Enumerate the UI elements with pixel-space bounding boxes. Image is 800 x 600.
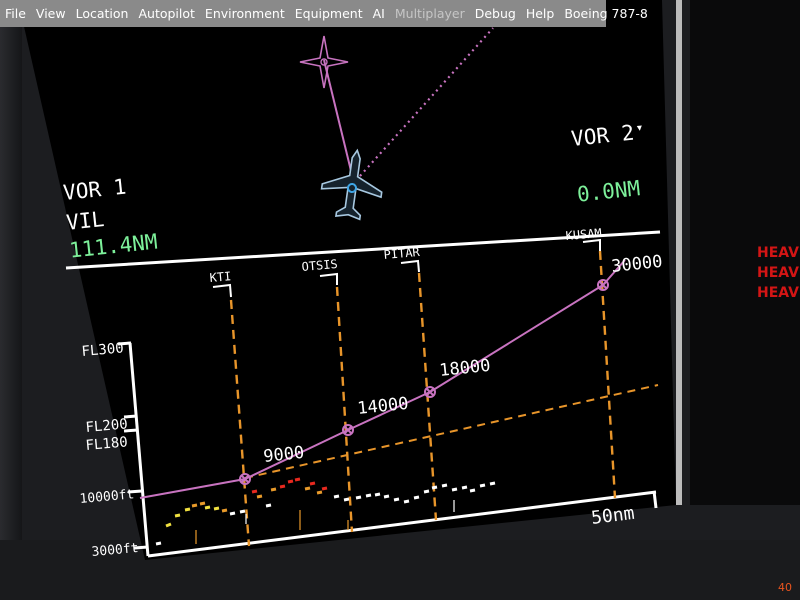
menu-aircraft[interactable]: Boeing 787-8 [559, 0, 653, 27]
vor2-pointer-icon: ▾ [635, 120, 644, 136]
menu-ai[interactable]: AI [368, 0, 390, 27]
menu-environment[interactable]: Environment [200, 0, 290, 27]
menu-bar: File View Location Autopilot Environment… [0, 0, 648, 27]
vsd-label-10000ft: 10000ft [79, 487, 135, 507]
menu-autopilot[interactable]: Autopilot [133, 0, 199, 27]
waypoint-label-kti: KTI [209, 269, 232, 285]
menu-help[interactable]: Help [521, 0, 560, 27]
menu-location[interactable]: Location [71, 0, 134, 27]
menu-file[interactable]: File [0, 0, 31, 27]
vsd-range-label: 50nm [590, 503, 636, 529]
menu-equipment[interactable]: Equipment [290, 0, 368, 27]
menu-view[interactable]: View [31, 0, 71, 27]
menu-debug[interactable]: Debug [470, 0, 521, 27]
nd-screen [18, 0, 676, 560]
vor1-ident: VIL [65, 207, 105, 235]
navigation-display: VOR 1 VIL 111.4NM VOR 2 0.0NM ▾ FL300 FL… [18, 0, 676, 560]
vsd-label-3000ft: 3000ft [91, 541, 139, 560]
menu-multiplayer[interactable]: Multiplayer [390, 0, 470, 27]
altitude-label-kti: 9000 [262, 443, 305, 467]
frame-rate-counter: 40 [778, 581, 792, 594]
